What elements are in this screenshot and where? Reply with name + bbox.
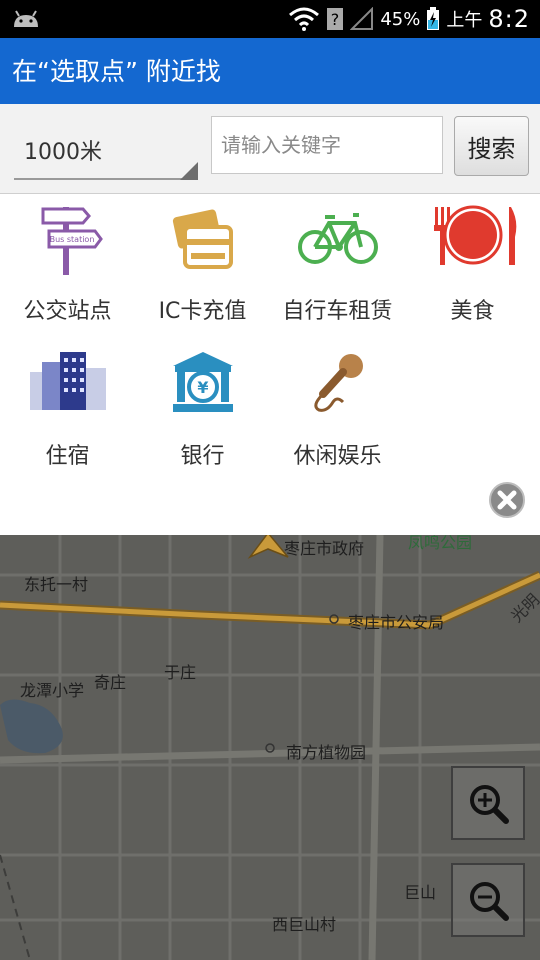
bus-station-sign-icon: Bus station	[41, 207, 103, 275]
map-label-qizhuang: 奇庄	[94, 673, 127, 692]
title-bar: 在“选取点” 附近找	[0, 38, 540, 104]
battery-charging-icon	[427, 7, 440, 30]
bus-sign-text: Bus station	[49, 235, 94, 244]
svg-text:¥: ¥	[197, 378, 208, 397]
map-label-yuzhuang: 于庄	[164, 663, 197, 682]
category-label: 银行	[180, 444, 225, 469]
map-view[interactable]: 枣庄市政府 凤鸣公园 东托一村 枣庄市公安局 光明 龙潭小学 奇庄 于庄 南方植…	[0, 535, 540, 960]
no-sim-icon: ?	[327, 8, 344, 30]
close-panel-button[interactable]	[489, 482, 525, 518]
microphone-icon	[313, 354, 363, 412]
map-label-police: 枣庄市公安局	[348, 613, 445, 632]
status-bar: ? 45% 上午 8:2	[0, 0, 540, 38]
battery-percentage: 45%	[380, 8, 421, 30]
category-label: 美食	[450, 299, 495, 324]
category-label: IC卡充值	[158, 299, 247, 324]
category-ic-card[interactable]: IC卡充值	[135, 195, 270, 335]
category-lodging[interactable]: 住宿	[0, 340, 135, 480]
map-label-dongtuo: 东托一村	[24, 575, 89, 594]
am-pm-indicator: 上午	[446, 10, 483, 31]
zoom-in-icon	[470, 785, 509, 824]
bicycle-icon	[297, 213, 378, 264]
android-notification-icon	[14, 10, 38, 27]
category-panel: Bus station 公交站点 IC卡充值 自行车租赁 美食 住宿 ¥ 银行 …	[0, 195, 540, 535]
ic-card-icon	[172, 209, 233, 269]
map-label-gov: 枣庄市政府	[284, 539, 365, 558]
close-icon	[497, 490, 517, 510]
map-label-park: 凤鸣公园	[408, 535, 473, 552]
signal-icon	[350, 7, 374, 30]
dining-icon	[433, 205, 516, 265]
category-bus-station[interactable]: Bus station 公交站点	[0, 195, 135, 335]
category-food[interactable]: 美食	[405, 195, 540, 335]
distance-spinner[interactable]: 1000米	[14, 118, 198, 180]
category-bank[interactable]: ¥ 银行	[135, 340, 270, 480]
zoom-in-button[interactable]	[451, 766, 525, 840]
map-label-xijushan: 西巨山村	[272, 915, 337, 934]
category-label: 公交站点	[23, 299, 112, 324]
wifi-icon	[289, 7, 320, 31]
svg-text:?: ?	[331, 10, 340, 29]
category-label: 自行车租赁	[282, 299, 393, 324]
keyword-input[interactable]	[211, 116, 443, 174]
category-label: 休闲娱乐	[293, 444, 382, 469]
spinner-underline	[14, 178, 198, 180]
hotel-buildings-icon	[29, 352, 106, 410]
category-bike-rental[interactable]: 自行车租赁	[270, 195, 405, 335]
map-label-jushan: 巨山	[404, 883, 437, 902]
category-label: 住宿	[45, 444, 90, 469]
zoom-out-button[interactable]	[451, 863, 525, 937]
distance-value: 1000米	[24, 140, 102, 165]
map-label-longtan: 龙潭小学	[20, 681, 85, 700]
category-entertainment[interactable]: 休闲娱乐	[270, 340, 405, 480]
clock: 8:2	[488, 5, 530, 33]
zoom-out-icon	[470, 882, 509, 921]
page-title: 在“选取点” 附近找	[12, 57, 221, 86]
bank-icon: ¥	[172, 352, 233, 412]
map-label-botanic: 南方植物园	[286, 743, 367, 762]
search-button[interactable]: 搜索	[454, 116, 529, 176]
spinner-dropdown-icon	[180, 162, 198, 180]
